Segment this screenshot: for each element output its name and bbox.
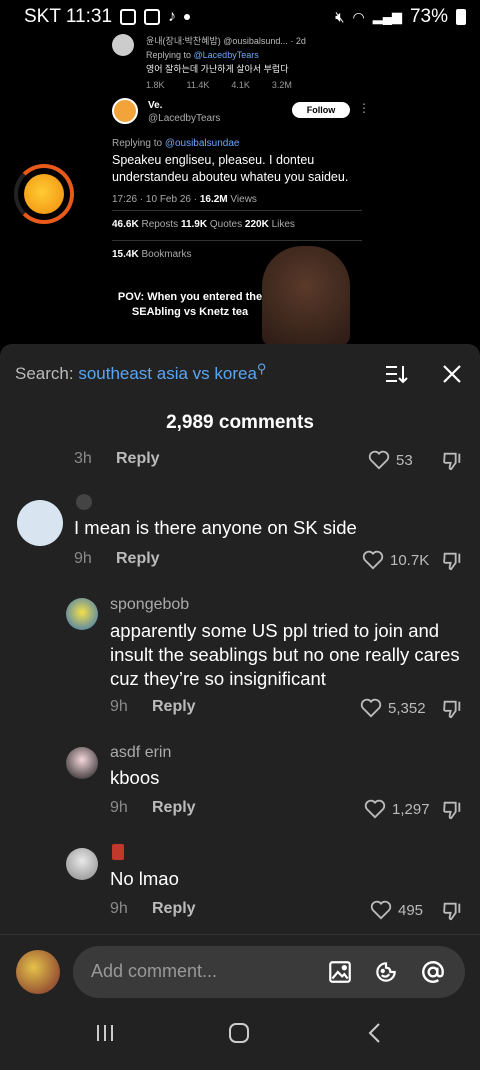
search-query-label[interactable]: Search: southeast asia vs korea⚲ bbox=[15, 361, 267, 384]
heart-icon bbox=[368, 450, 390, 470]
system-nav-bar bbox=[0, 1000, 480, 1070]
top-tweet: 윤내(장내:박찬혜밥) @ousibalsund... · 2d Replyin… bbox=[112, 34, 362, 92]
like-count: 4.1K bbox=[231, 80, 250, 90]
mention-icon[interactable] bbox=[420, 959, 446, 985]
avatar[interactable] bbox=[66, 747, 98, 779]
search-query: southeast asia vs korea bbox=[78, 364, 257, 383]
like-button[interactable]: 5,352 bbox=[360, 698, 426, 718]
avatar[interactable] bbox=[66, 598, 98, 630]
image-icon[interactable] bbox=[327, 959, 353, 985]
dislike-icon[interactable] bbox=[441, 799, 463, 821]
heart-icon bbox=[360, 698, 382, 718]
comment-text: apparently some US ppl tried to join and… bbox=[110, 620, 460, 689]
comment-text: I mean is there anyone on SK side bbox=[74, 517, 357, 538]
comment-meta-row: 9h Reply bbox=[110, 900, 196, 918]
top-tweet-replying: Replying to @LacedbyTears bbox=[146, 50, 259, 60]
retweet-count: 11.4K bbox=[186, 80, 210, 90]
screenshot-icon bbox=[120, 9, 137, 25]
reply-button[interactable]: Reply bbox=[152, 698, 196, 716]
dislike-icon[interactable] bbox=[441, 900, 463, 922]
notification-dot-icon bbox=[184, 14, 191, 20]
tweet-text: Speakeu engliseu, pleaseu. I donteu unde… bbox=[112, 153, 349, 184]
my-avatar bbox=[16, 950, 60, 994]
can-emoji-icon bbox=[112, 844, 124, 860]
more-icon: ⋮ bbox=[358, 101, 370, 115]
like-button[interactable]: 53 bbox=[368, 450, 413, 470]
recent-apps-icon[interactable] bbox=[94, 1022, 116, 1044]
wifi-icon: ◠ bbox=[352, 8, 365, 25]
tweet-replying: Replying to @ousibalsundae bbox=[112, 138, 240, 149]
battery-percent: 73% bbox=[409, 6, 448, 27]
comment-count: 2,989 comments bbox=[166, 412, 314, 433]
home-icon[interactable] bbox=[228, 1022, 250, 1044]
signal-icon: ▂▄▆ bbox=[372, 9, 402, 24]
like-button[interactable]: 495 bbox=[370, 900, 423, 920]
comment-meta-row: 9h Reply bbox=[110, 799, 196, 817]
emoji-icon[interactable] bbox=[373, 959, 399, 985]
reply-button[interactable]: Reply bbox=[152, 799, 196, 817]
reply-button[interactable]: Reply bbox=[116, 550, 160, 568]
divider bbox=[0, 934, 480, 935]
carrier-time: SKT 11:31 bbox=[24, 6, 113, 27]
top-tweet-text: 영어 잘하는데 가난하게 살아서 부럽다 bbox=[146, 64, 289, 74]
tweet-engagement: 46.6K Reposts 11.9K Quotes 220K Likes bbox=[112, 219, 295, 230]
username[interactable]: spongebob bbox=[110, 596, 189, 614]
view-count: 3.2M bbox=[271, 80, 292, 90]
add-comment-placeholder: Add comment... bbox=[91, 961, 218, 981]
top-tweet-name: 윤내(장내:박찬혜밥) @ousibalsund... · 2d bbox=[146, 36, 306, 46]
reply-count: 1.8K bbox=[146, 80, 165, 90]
comment-text: kboos bbox=[110, 767, 160, 788]
video-player[interactable]: 윤내(장내:박찬혜밥) @ousibalsund... · 2d Replyin… bbox=[0, 34, 480, 344]
dislike-icon[interactable] bbox=[441, 450, 463, 472]
ninja-emoji-icon bbox=[76, 494, 92, 510]
avatar[interactable] bbox=[66, 848, 98, 880]
sort-icon[interactable] bbox=[384, 362, 408, 386]
comments-sheet: Search: southeast asia vs korea⚲ 2,989 c… bbox=[0, 344, 480, 1070]
comment-text: No lmao bbox=[110, 868, 179, 889]
mute-icon: 🔇︎ bbox=[335, 8, 345, 26]
top-tweet-avatar bbox=[112, 34, 134, 56]
dislike-icon[interactable] bbox=[441, 698, 463, 720]
status-bar: SKT 11:31 ♪ 🔇︎ ◠ ▂▄▆ 73% bbox=[0, 0, 480, 34]
tweet-time: 17:26 · 10 Feb 26 · 16.2M Views bbox=[112, 194, 257, 205]
creator-avatar-ring[interactable] bbox=[14, 164, 74, 224]
like-button[interactable]: 10.7K bbox=[362, 550, 429, 570]
comment-meta-row: 9h Reply bbox=[110, 698, 196, 716]
search-header: Search: southeast asia vs korea⚲ bbox=[0, 344, 480, 404]
tiktok-icon: ♪ bbox=[168, 8, 177, 25]
search-icon: ⚲ bbox=[256, 361, 267, 376]
heart-icon bbox=[370, 900, 392, 920]
like-button[interactable]: 1,297 bbox=[364, 799, 430, 819]
coin-icon bbox=[24, 174, 64, 214]
tweet-follow-button: Follow bbox=[292, 102, 350, 118]
username[interactable]: asdf erin bbox=[110, 744, 171, 762]
top-tweet-stats: 1.8K 11.4K 4.1K 3.2M bbox=[146, 78, 362, 92]
comment-meta-row: 9h Reply bbox=[74, 550, 160, 568]
app-icon bbox=[144, 9, 161, 25]
comment-meta-row: 3h Reply bbox=[74, 450, 160, 468]
overlay-caption: POV: When you entered the SEAbling vs Kn… bbox=[117, 291, 263, 318]
close-icon[interactable] bbox=[440, 362, 464, 386]
add-comment-input[interactable]: Add comment... bbox=[73, 946, 465, 998]
dislike-icon[interactable] bbox=[441, 550, 463, 572]
reaction-face-image bbox=[262, 246, 350, 344]
heart-icon bbox=[364, 799, 386, 819]
tweet-bookmarks: 15.4K Bookmarks bbox=[112, 249, 192, 260]
avatar[interactable] bbox=[17, 500, 63, 546]
back-icon[interactable] bbox=[364, 1022, 386, 1044]
tweet-avatar bbox=[112, 98, 138, 124]
battery-icon bbox=[456, 9, 466, 25]
heart-icon bbox=[362, 550, 384, 570]
tweet-handle: @LacedbyTears bbox=[148, 113, 221, 124]
reply-button[interactable]: Reply bbox=[152, 900, 196, 918]
reply-button[interactable]: Reply bbox=[116, 450, 160, 468]
